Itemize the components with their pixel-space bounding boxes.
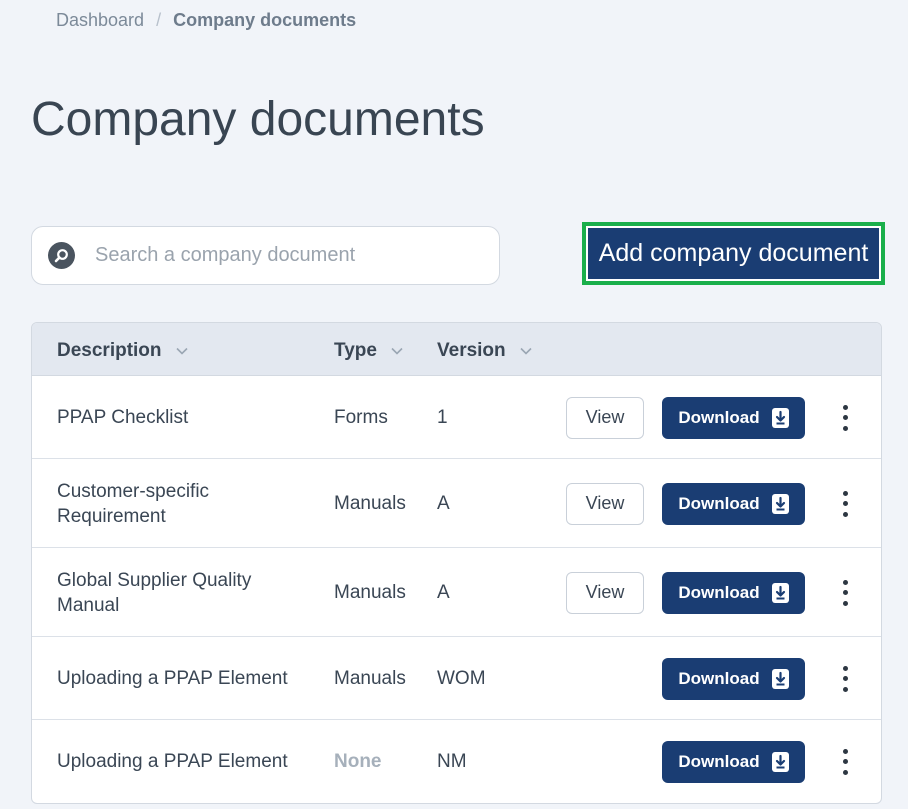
- more-options-icon[interactable]: [838, 665, 852, 692]
- more-options-icon[interactable]: [838, 748, 852, 775]
- documents-table: Description Type Version PPAP Checklist F…: [31, 322, 882, 804]
- cell-type: None: [334, 751, 382, 772]
- cell-description: Uploading a PPAP Element: [57, 666, 288, 691]
- download-button-label: Download: [678, 582, 760, 602]
- table-body: PPAP Checklist Forms 1 View Download Customer…: [32, 376, 881, 803]
- download-button-label: Download: [678, 407, 760, 427]
- cell-description: Customer-specific Requirement: [57, 479, 209, 529]
- view-button[interactable]: View: [566, 571, 644, 614]
- cell-description-line: Manual: [57, 594, 120, 616]
- more-options-icon[interactable]: [838, 579, 852, 606]
- download-button-label: Download: [678, 751, 760, 771]
- download-icon: [771, 493, 789, 514]
- table-header: Description Type Version: [32, 323, 881, 376]
- column-header-type[interactable]: Type: [334, 340, 403, 362]
- column-header-version-label: Version: [437, 340, 506, 361]
- cell-description-line: PPAP Checklist: [57, 407, 189, 428]
- column-header-description-label: Description: [57, 340, 162, 361]
- cell-description: PPAP Checklist: [57, 405, 188, 430]
- chevron-down-icon: [175, 347, 188, 355]
- search-input[interactable]: [95, 244, 455, 267]
- cell-type: Manuals: [334, 668, 406, 689]
- table-row: Uploading a PPAP Element None NM Download: [32, 720, 881, 803]
- cell-type: Forms: [334, 407, 388, 428]
- table-row: Global Supplier Quality Manual Manuals A Vie…: [32, 548, 881, 637]
- cell-description-line: Global Supplier Quality: [57, 569, 252, 591]
- download-button[interactable]: Download: [662, 657, 805, 700]
- cell-version: 1: [437, 407, 448, 428]
- page-title: Company documents: [31, 93, 485, 146]
- cell-version: NM: [437, 751, 467, 772]
- cell-description: Uploading a PPAP Element: [57, 749, 288, 774]
- cell-description-line: Uploading a PPAP Element: [57, 751, 288, 772]
- breadcrumb: Dashboard / Company documents: [56, 10, 356, 31]
- add-company-document-label: Add company document: [586, 226, 881, 281]
- search-box: [31, 226, 500, 285]
- cell-version: A: [437, 493, 450, 514]
- search-icon: [48, 242, 75, 269]
- download-button-label: Download: [678, 493, 760, 513]
- breadcrumb-separator: /: [156, 10, 162, 30]
- download-icon: [771, 582, 789, 603]
- cell-version: A: [437, 582, 450, 603]
- cell-description: Global Supplier Quality Manual: [57, 568, 251, 618]
- view-button[interactable]: View: [566, 482, 644, 525]
- more-options-icon[interactable]: [838, 490, 852, 517]
- download-icon: [771, 407, 789, 428]
- table-row: Customer-specific Requirement Manuals A View…: [32, 459, 881, 548]
- add-company-document-button[interactable]: Add company document: [582, 222, 885, 285]
- more-options-icon[interactable]: [838, 404, 852, 431]
- cell-type: Manuals: [334, 582, 406, 603]
- cell-description-line: Requirement: [57, 505, 166, 527]
- download-icon: [771, 751, 789, 772]
- column-header-description[interactable]: Description: [57, 340, 188, 362]
- cell-version: WOM: [437, 668, 486, 689]
- download-icon: [771, 668, 789, 689]
- column-header-version[interactable]: Version: [437, 340, 532, 362]
- cell-description-line: Uploading a PPAP Element: [57, 668, 288, 689]
- download-button-label: Download: [678, 668, 760, 688]
- download-button[interactable]: Download: [662, 740, 805, 783]
- chevron-down-icon: [520, 347, 532, 355]
- table-row: Uploading a PPAP Element Manuals WOM Downlo…: [32, 637, 881, 720]
- cell-type: Manuals: [334, 493, 406, 514]
- chevron-down-icon: [391, 347, 403, 355]
- column-header-type-label: Type: [334, 340, 377, 361]
- breadcrumb-dashboard-link[interactable]: Dashboard: [56, 10, 144, 31]
- cell-description-line: Customer-specific: [57, 480, 210, 502]
- download-button[interactable]: Download: [662, 571, 805, 614]
- breadcrumb-current: Company documents: [173, 10, 357, 30]
- table-row: PPAP Checklist Forms 1 View Download: [32, 376, 881, 459]
- view-button[interactable]: View: [566, 396, 644, 439]
- download-button[interactable]: Download: [662, 396, 805, 439]
- download-button[interactable]: Download: [662, 482, 805, 525]
